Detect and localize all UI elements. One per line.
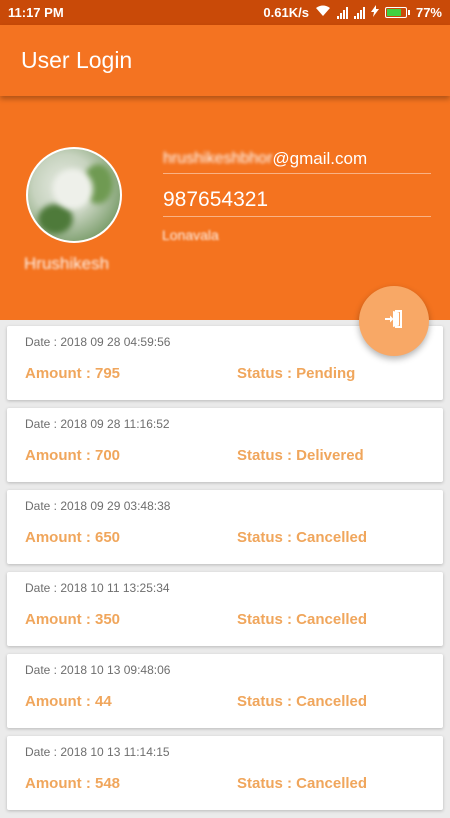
profile-header: Hrushikesh hrushikeshbhor @gmail.com 987… [0,96,450,320]
charging-icon [370,5,379,20]
status-time: 11:17 PM [8,5,64,20]
status-bar: 11:17 PM 0.61K/s 77% [0,0,450,25]
app-bar: User Login [0,25,450,96]
order-card[interactable]: Date : 2018 09 28 11:16:52 Amount : 700 … [7,408,443,482]
email-domain: @gmail.com [272,149,368,168]
order-amount: Amount : 350 [25,611,121,628]
battery-percent: 77% [415,5,442,20]
order-card[interactable]: Date : 2018 10 11 13:25:34 Amount : 350 … [7,572,443,646]
order-amount: Amount : 650 [25,529,121,546]
order-status: Status : Cancelled [237,693,368,710]
order-amount: Amount : 548 [25,775,121,792]
user-name: Hrushikesh [24,254,110,273]
page-title: User Login [21,47,133,73]
order-amount: Amount : 795 [25,365,121,382]
order-date: Date : 2018 09 28 04:59:56 [25,335,171,349]
order-date: Date : 2018 10 13 11:14:15 [25,745,170,759]
order-status: Status : Cancelled [237,611,368,628]
logout-button[interactable] [359,286,429,356]
phone-field: 987654321 [163,184,431,217]
email-prefix: hrushikeshbhor [163,150,273,167]
signal-icon [353,6,365,19]
battery-icon [384,7,410,18]
status-indicators: 0.61K/s 77% [263,5,442,20]
order-card[interactable]: Date : 2018 10 13 09:48:06 Amount : 44 S… [7,654,443,728]
order-status: Status : Delivered [237,447,364,464]
avatar[interactable] [26,147,122,243]
order-date: Date : 2018 10 13 09:48:06 [25,663,171,677]
city-label: Lonavala [162,227,219,243]
order-list: Date : 2018 09 28 04:59:56 Amount : 795 … [7,326,443,818]
signal-icon [336,6,348,19]
wifi-icon [315,5,331,20]
order-date: Date : 2018 09 29 03:48:38 [25,499,171,513]
order-card[interactable]: Date : 2018 09 29 03:48:38 Amount : 650 … [7,490,443,564]
order-date: Date : 2018 09 28 11:16:52 [25,417,170,431]
order-amount: Amount : 44 [25,693,112,710]
order-status: Status : Cancelled [237,529,368,546]
order-card[interactable]: Date : 2018 10 13 11:14:15 Amount : 548 … [7,736,443,810]
order-status: Status : Cancelled [237,775,368,792]
network-speed: 0.61K/s [263,5,309,20]
email-field: hrushikeshbhor @gmail.com [163,145,431,174]
order-date: Date : 2018 10 11 13:25:34 [25,581,170,595]
order-amount: Amount : 700 [25,447,121,464]
exit-door-icon [382,307,406,336]
order-status: Status : Pending [237,365,356,382]
